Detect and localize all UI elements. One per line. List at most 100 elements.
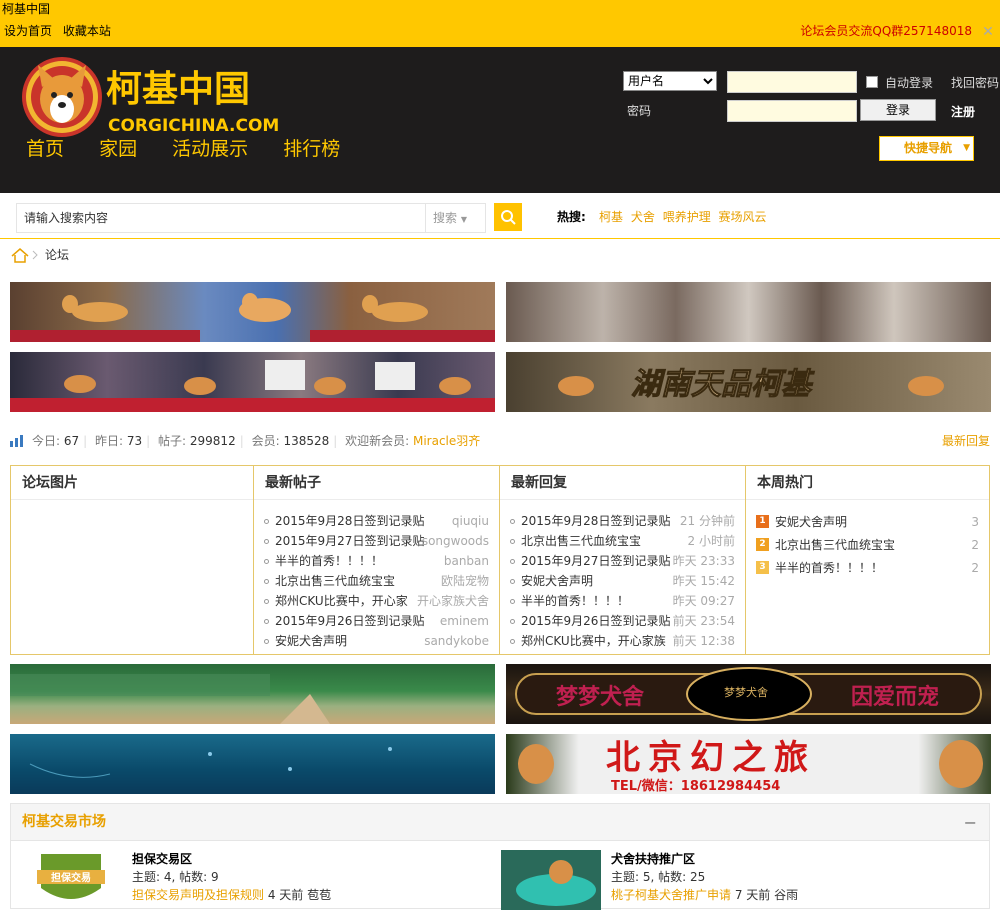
- login-form: 用户名 自动登录 找回密码 密码 登录 注册: [623, 71, 1000, 131]
- register-link[interactable]: 注册: [951, 103, 975, 120]
- nav-home[interactable]: 首页: [26, 138, 64, 160]
- forum-overview: 论坛图片 最新帖子 2015年9月28日签到记录贴 qiuqiu 2015年9月2…: [10, 465, 990, 655]
- password-label: 密码: [627, 104, 652, 118]
- corgi-photo: [10, 293, 495, 342]
- today-count: 67: [63, 434, 80, 448]
- travel-banner-art: 北京幻之旅 TEL/微信：18612984454: [518, 738, 983, 794]
- banner-corgi-paws[interactable]: [506, 282, 991, 342]
- qq-group-link[interactable]: 论坛会员交流QQ群257148018: [800, 18, 972, 45]
- latest-reply-link[interactable]: 最新回复: [942, 432, 990, 450]
- list-item[interactable]: 安妮犬舍声明 sandykobe: [264, 632, 499, 652]
- welcome-label: 欢迎新会员:: [345, 434, 413, 448]
- hot-link[interactable]: 喂养护理: [663, 210, 711, 224]
- bookmark-link[interactable]: 收藏本站: [63, 24, 111, 38]
- list-item[interactable]: 2015年9月28日签到记录贴 qiuqiu: [264, 512, 499, 532]
- list-item[interactable]: 2015年9月28日签到记录贴 21 分钟前: [510, 512, 745, 532]
- section-title[interactable]: 柯基交易市场: [22, 814, 106, 830]
- posts-label: 帖子:: [158, 434, 190, 448]
- svg-text:TEL/微信：18612984454: TEL/微信：18612984454: [611, 778, 780, 794]
- list-item[interactable]: 2 北京出售三代血统宝宝 2: [756, 535, 989, 558]
- col-title: 论坛图片: [11, 466, 253, 500]
- nav-home-garden[interactable]: 家园: [99, 138, 137, 160]
- list-item[interactable]: 2015年9月26日签到记录贴 eminem: [264, 612, 499, 632]
- window-title: 柯基中国: [0, 0, 1000, 18]
- yesterday-label: 昨日:: [95, 434, 127, 448]
- banner-kennel-yard[interactable]: [10, 664, 495, 724]
- svg-text:湖南天品柯基: 湖南天品柯基: [631, 367, 815, 402]
- forum-stats: 主题: 4, 帖数: 9: [132, 870, 219, 884]
- col-weekly-hot: 本周热门 1 安妮犬舍声明 3 2 北京出售三代血统宝宝 2 3 半半的首秀！！！！ 2: [746, 466, 989, 654]
- list-item[interactable]: 安妮犬舍声明 昨天 15:42: [510, 572, 745, 592]
- list-item[interactable]: 半半的首秀！！！！ 昨天 09:27: [510, 592, 745, 612]
- list-item[interactable]: 2015年9月26日签到记录贴 前天 23:54: [510, 612, 745, 632]
- login-button[interactable]: 登录: [860, 99, 936, 121]
- kennel-yard-art: [10, 674, 330, 724]
- members-label: 会员:: [251, 434, 284, 448]
- banner-dream-kennel[interactable]: 梦梦犬舍 梦梦犬舍 因爱而宠: [506, 664, 991, 724]
- banner-water[interactable]: [10, 734, 495, 794]
- forum-stats: 今日: 67 | 昨日: 73 | 帖子: 299812 | 会员: 138528 | …: [10, 432, 990, 450]
- list-item[interactable]: 2015年9月27日签到记录贴 昨天 23:33: [510, 552, 745, 572]
- last-post-link[interactable]: 担保交易声明及担保规则: [132, 888, 264, 902]
- hot-link[interactable]: 犬舍: [631, 210, 655, 224]
- top-bar: 设为首页 收藏本站 论坛会员交流QQ群257148018 ✕: [0, 18, 1000, 47]
- list-item[interactable]: 北京出售三代血统宝宝 2 小时前: [510, 532, 745, 552]
- search-bar: 请输入搜索内容 搜索 ▼ 热搜: 柯基 犬舍 喂养护理 赛场风云: [0, 193, 1000, 239]
- forum-name[interactable]: 犬舍扶持推广区: [611, 850, 798, 868]
- rank-badge: 3: [756, 561, 769, 574]
- posts-count: 299812: [189, 434, 236, 448]
- last-post-user[interactable]: 谷雨: [774, 888, 798, 902]
- hot-link[interactable]: 柯基: [599, 210, 623, 224]
- list-item[interactable]: 北京出售三代血统宝宝 欧陆宠物: [264, 572, 499, 592]
- search-type-select[interactable]: 搜索 ▼: [426, 203, 486, 233]
- auto-login-checkbox[interactable]: [866, 76, 878, 88]
- svg-text:担保交易: 担保交易: [51, 871, 91, 884]
- last-post-user[interactable]: 苞苞: [307, 888, 331, 902]
- forum-kennel-promo: 犬舍扶持推广区 主题: 5, 帖数: 25 桃子柯基犬舍推广申请 7 天前 谷雨: [611, 850, 798, 904]
- nav-ranking[interactable]: 排行榜: [283, 138, 340, 160]
- forum-last-post: 担保交易声明及担保规则 4 天前 苞苞: [132, 888, 332, 902]
- col-title: 本周热门: [746, 466, 989, 500]
- col-title: 最新回复: [500, 466, 745, 500]
- list-item[interactable]: 2015年9月27日签到记录贴 songwoods: [264, 532, 499, 552]
- breadcrumb-current[interactable]: 论坛: [45, 245, 105, 265]
- home-icon[interactable]: [10, 247, 40, 263]
- site-logo[interactable]: 柯基中国 CORGICHINA.COM: [20, 57, 290, 137]
- quick-nav-button[interactable]: 快捷导航 ▼: [879, 136, 974, 161]
- last-post-link[interactable]: 桃子柯基犬舍推广申请: [611, 888, 731, 902]
- auto-login-label: 自动登录: [885, 76, 934, 90]
- list-item[interactable]: 半半的首秀！！！！ banban: [264, 552, 499, 572]
- corgi-photo: [10, 360, 495, 412]
- search-button[interactable]: [494, 203, 522, 231]
- list-item[interactable]: 郑州CKU比赛中，开心家 开心家族犬舍: [264, 592, 499, 612]
- nav-activities[interactable]: 活动展示: [172, 138, 248, 160]
- password-input[interactable]: [727, 100, 857, 122]
- forum-name[interactable]: 担保交易区: [132, 850, 331, 868]
- col-new-replies: 最新回复 2015年9月28日签到记录贴 21 分钟前 北京出售三代血统宝宝 2 小…: [500, 466, 746, 654]
- banner-show-winners[interactable]: [10, 352, 495, 412]
- logo-text-en: CORGICHINA.COM: [108, 116, 279, 136]
- find-password-link[interactable]: 找回密码: [951, 74, 999, 91]
- chevron-down-icon: ▼: [963, 143, 970, 153]
- svg-text:北京幻之旅: 北京幻之旅: [606, 738, 816, 778]
- collapse-icon[interactable]: −: [964, 804, 977, 841]
- svg-text:梦梦犬舍: 梦梦犬舍: [724, 685, 768, 699]
- kennel-promo-image: [501, 850, 601, 910]
- search-input[interactable]: 请输入搜索内容: [16, 203, 426, 233]
- hot-link[interactable]: 赛场风云: [719, 210, 767, 224]
- new-member-link[interactable]: Miracle羽齐: [413, 434, 480, 448]
- hot-search-label: 热搜:: [557, 210, 586, 224]
- banner-hunan-kennel[interactable]: 湖南天品柯基: [506, 352, 991, 412]
- username-type-select[interactable]: 用户名: [623, 71, 717, 91]
- list-item[interactable]: 1 安妮犬舍声明 3: [756, 512, 989, 535]
- list-item[interactable]: 3 半半的首秀！！！！ 2: [756, 558, 989, 581]
- site-header: 柯基中国 CORGICHINA.COM 首页 家园 活动展示 排行榜 用户名 自…: [0, 47, 1000, 193]
- banner-beijing-travel[interactable]: 北京幻之旅 TEL/微信：18612984454: [506, 734, 991, 794]
- username-input[interactable]: [727, 71, 857, 93]
- banner-dog-show-1[interactable]: [10, 282, 495, 342]
- close-icon[interactable]: ✕: [980, 24, 996, 40]
- col-pictures: 论坛图片: [11, 466, 254, 654]
- list-item[interactable]: 郑州CKU比赛中，开心家族 前天 12:38: [510, 632, 745, 652]
- set-home-link[interactable]: 设为首页: [4, 24, 52, 38]
- search-icon: [501, 210, 516, 225]
